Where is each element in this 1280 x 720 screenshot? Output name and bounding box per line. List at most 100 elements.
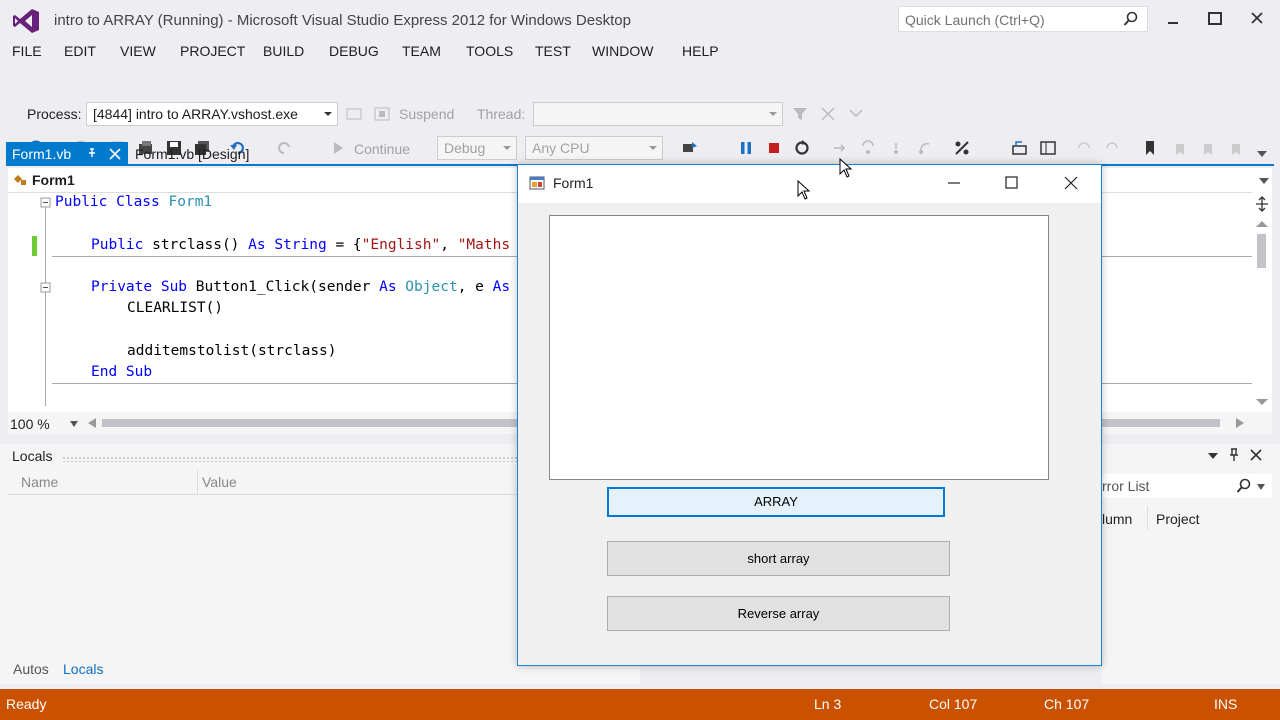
split-icon[interactable] <box>1255 196 1269 212</box>
mouse-cursor-icon <box>839 158 853 178</box>
close-panel-icon[interactable] <box>1250 449 1262 461</box>
column-divider[interactable] <box>1147 506 1148 530</box>
menu-test[interactable]: TEST <box>535 43 571 59</box>
code-keyword: Public Class <box>55 194 169 210</box>
panel-grip[interactable] <box>62 456 518 462</box>
tab-form1-design[interactable]: Form1.vb [Design] <box>135 146 249 162</box>
expand-callstack-icon[interactable] <box>848 106 864 122</box>
column-divider[interactable] <box>197 470 198 494</box>
tab-form1-vb[interactable]: Form1.vb <box>6 142 128 166</box>
close-tab-icon[interactable] <box>109 148 121 160</box>
column-name-header[interactable]: Name <box>21 474 58 490</box>
menu-debug[interactable]: DEBUG <box>329 43 379 59</box>
status-text: Ready <box>6 696 47 712</box>
process-dropdown[interactable]: [4844] intro to ARRAY.vshost.exe <box>86 102 338 126</box>
status-bar: Ready Ln 3 Col 107 Ch 107 INS <box>0 689 1280 720</box>
member-dropdown-chevron-icon[interactable] <box>1259 177 1269 185</box>
pin-icon[interactable] <box>86 147 98 159</box>
search-icon <box>1123 11 1138 26</box>
tab-locals[interactable]: Locals <box>63 661 103 677</box>
short-array-button-label: short array <box>747 551 810 566</box>
scroll-up-icon[interactable] <box>1256 220 1268 228</box>
chevron-down-icon <box>769 112 777 116</box>
quick-launch-input[interactable]: Quick Launch (Ctrl+Q) <box>898 6 1148 32</box>
suspend-icon[interactable] <box>374 106 390 122</box>
error-list-panel: rror List lumn Project <box>1102 444 1280 684</box>
status-line: Ln 3 <box>814 696 842 712</box>
chevron-down-icon[interactable] <box>1257 484 1265 490</box>
code-type: Object <box>405 279 458 295</box>
menu-edit[interactable]: EDIT <box>64 43 96 59</box>
code-line-6: End Sub <box>91 364 153 380</box>
error-list-search[interactable]: rror List <box>1102 474 1272 498</box>
class-icon <box>14 175 26 185</box>
flag-threads-icon[interactable] <box>820 106 836 122</box>
array-button-label: ARRAY <box>754 494 798 509</box>
menu-window[interactable]: WINDOW <box>592 43 653 59</box>
menu-project[interactable]: PROJECT <box>180 43 245 59</box>
thread-dropdown[interactable] <box>533 102 783 126</box>
zoom-level[interactable]: 100 % <box>10 416 50 432</box>
standard-toolbar: Continue Debug Any CPU <box>0 66 1280 160</box>
tab-overflow-chevron-icon[interactable] <box>1257 150 1267 158</box>
menu-help[interactable]: HELP <box>682 43 719 59</box>
column-value-header[interactable]: Value <box>202 474 237 490</box>
zoom-chevron-icon[interactable] <box>70 421 78 427</box>
scroll-thumb[interactable] <box>1257 234 1266 268</box>
menu-team[interactable]: TEAM <box>402 43 441 59</box>
reverse-array-button[interactable]: Reverse array <box>607 596 950 631</box>
scroll-down-icon[interactable] <box>1256 398 1268 406</box>
panel-menu-chevron-icon[interactable] <box>1208 452 1218 460</box>
toggle-flag-icon[interactable] <box>346 106 362 122</box>
chevron-down-icon <box>324 112 332 116</box>
array-button[interactable]: ARRAY <box>607 487 945 517</box>
filter-icon[interactable] <box>792 106 808 122</box>
locals-title: Locals <box>12 448 53 464</box>
code-text: = { <box>326 237 362 253</box>
code-line-5: additemstolist(strclass) <box>127 343 337 359</box>
method-separator-line <box>1102 256 1252 257</box>
status-char: Ch 107 <box>1044 696 1090 712</box>
form1-window: Form1 ARRAY short array Reverse array <box>517 164 1102 666</box>
code-keyword: Public <box>91 237 153 253</box>
items-listbox[interactable] <box>549 215 1049 480</box>
code-keyword: Private Sub <box>91 279 196 295</box>
column-project-header[interactable]: Project <box>1156 511 1200 527</box>
code-line-3: Private Sub Button1_Click(sender As Obje… <box>91 279 510 295</box>
process-value: [4844] intro to ARRAY.vshost.exe <box>93 106 298 122</box>
minimize-button[interactable] <box>1162 8 1184 30</box>
editor-vertical-scrollbar[interactable] <box>1252 192 1272 412</box>
class-selector[interactable]: Form1 <box>32 172 75 188</box>
code-keyword: As <box>248 237 275 253</box>
menu-file[interactable]: FILE <box>12 43 42 59</box>
scroll-left-icon[interactable] <box>88 418 96 428</box>
maximize-icon <box>1208 12 1222 25</box>
scroll-right-icon[interactable] <box>1236 418 1244 428</box>
reverse-array-button-label: Reverse array <box>737 606 820 621</box>
code-text: strclass() <box>152 237 249 253</box>
title-bar: intro to ARRAY (Running) - Microsoft Vis… <box>0 0 1280 40</box>
close-button[interactable] <box>1246 8 1268 30</box>
close-icon[interactable] <box>1063 175 1079 191</box>
maximize-icon[interactable] <box>1004 175 1020 191</box>
menu-view[interactable]: VIEW <box>120 43 156 59</box>
code-line-4: CLEARLIST() <box>127 300 224 316</box>
suspend-button[interactable]: Suspend <box>399 106 454 122</box>
menu-bar: FILE EDIT VIEW PROJECT BUILD DEBUG TEAM … <box>0 40 1280 64</box>
short-array-button[interactable]: short array <box>607 541 950 576</box>
method-separator-line <box>52 256 518 257</box>
pin-icon[interactable] <box>1228 448 1240 462</box>
code-string: "Maths <box>457 237 511 253</box>
thread-label: Thread: <box>477 106 526 122</box>
maximize-button[interactable] <box>1204 8 1226 30</box>
tab-autos[interactable]: Autos <box>13 661 49 677</box>
column-column-header[interactable]: lumn <box>1102 511 1132 527</box>
process-label: Process: <box>27 106 82 122</box>
code-keyword: String <box>274 237 327 253</box>
form1-title: Form1 <box>553 175 594 191</box>
minimize-icon[interactable] <box>946 175 962 191</box>
menu-build[interactable]: BUILD <box>263 43 304 59</box>
menu-tools[interactable]: TOOLS <box>466 43 513 59</box>
change-marker <box>32 236 37 256</box>
code-keyword: As <box>379 279 406 295</box>
